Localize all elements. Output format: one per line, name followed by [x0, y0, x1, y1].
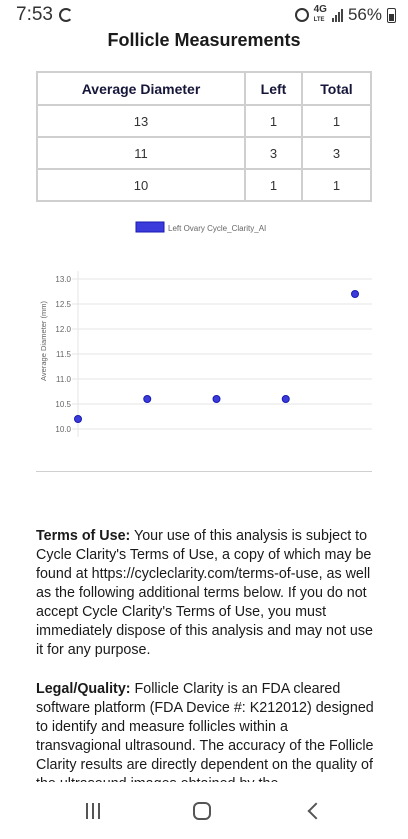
- cell-diameter: 11: [36, 136, 246, 170]
- data-point[interactable]: [351, 290, 359, 298]
- terms-body: Your use of this analysis is subject to …: [36, 528, 373, 658]
- table-row: 11 3 3: [36, 136, 372, 170]
- home-button[interactable]: [192, 801, 211, 820]
- y-tick-label: 13.0: [55, 275, 71, 284]
- network-type: 4G: [313, 4, 327, 15]
- y-tick-label: 12.0: [55, 325, 71, 334]
- legal-heading: Legal/Quality:: [36, 681, 131, 697]
- cell-total: 3: [301, 136, 372, 170]
- sync-icon: [58, 8, 73, 22]
- measurements-table: Average Diameter Left Total 13 1 1 11 3 …: [36, 71, 372, 202]
- terms-heading: Terms of Use:: [36, 528, 131, 544]
- section-divider: [36, 471, 372, 472]
- y-tick-label: 12.5: [55, 300, 71, 309]
- y-tick-label: 10.5: [55, 400, 71, 409]
- cell-diameter: 13: [36, 104, 246, 138]
- terms-of-use-paragraph: Terms of Use: Your use of this analysis …: [36, 527, 376, 660]
- legal-quality-paragraph: Legal/Quality: Follicle Clarity is an FD…: [36, 680, 376, 782]
- legend-label: Left Ovary Cycle_Clarity_AI: [168, 224, 266, 233]
- scroll-content[interactable]: Follicle Measurements Average Diameter L…: [0, 30, 408, 782]
- header-average-diameter: Average Diameter: [36, 71, 246, 106]
- status-bar: 7:53 4G LTE 56%: [0, 0, 408, 30]
- data-point[interactable]: [74, 415, 82, 423]
- battery-icon: [387, 7, 396, 23]
- alarm-icon: [294, 8, 309, 22]
- cell-left: 1: [244, 168, 303, 202]
- data-point[interactable]: [143, 395, 152, 403]
- cell-total: 1: [301, 104, 372, 138]
- chart-legend[interactable]: Left Ovary Cycle_Clarity_AI: [135, 221, 266, 233]
- network-sub: LTE: [313, 17, 325, 23]
- y-tick-label: 10.0: [55, 425, 71, 434]
- recent-apps-button[interactable]: [86, 802, 101, 819]
- cell-left: 1: [244, 104, 303, 138]
- table-row: 10 1 1: [36, 168, 372, 202]
- cell-left: 3: [244, 136, 303, 170]
- page-title: Follicle Measurements: [107, 30, 301, 50]
- table-row: 13 1 1: [36, 104, 372, 138]
- cell-diameter: 10: [36, 168, 246, 202]
- legend-swatch: [135, 221, 165, 233]
- y-axis-label: Average Diameter (mm): [39, 301, 48, 381]
- data-point[interactable]: [212, 395, 221, 403]
- follicle-scatter-chart: Left Ovary Cycle_Clarity_AI Average Diam…: [39, 221, 372, 437]
- navigation-bar: [0, 782, 408, 839]
- data-point[interactable]: [281, 395, 290, 403]
- header-total: Total: [301, 71, 372, 106]
- table-header-row: Average Diameter Left Total: [36, 71, 372, 106]
- cell-total: 1: [301, 168, 372, 202]
- signal-icon: [331, 8, 343, 22]
- y-tick-label: 11.5: [56, 350, 72, 359]
- clock: 7:53: [16, 4, 53, 25]
- network-indicator: 4G LTE: [314, 5, 327, 25]
- y-tick-label: 11.0: [56, 375, 72, 384]
- header-left: Left: [244, 71, 303, 106]
- back-button[interactable]: [307, 802, 325, 819]
- battery-percent: 56%: [347, 5, 382, 24]
